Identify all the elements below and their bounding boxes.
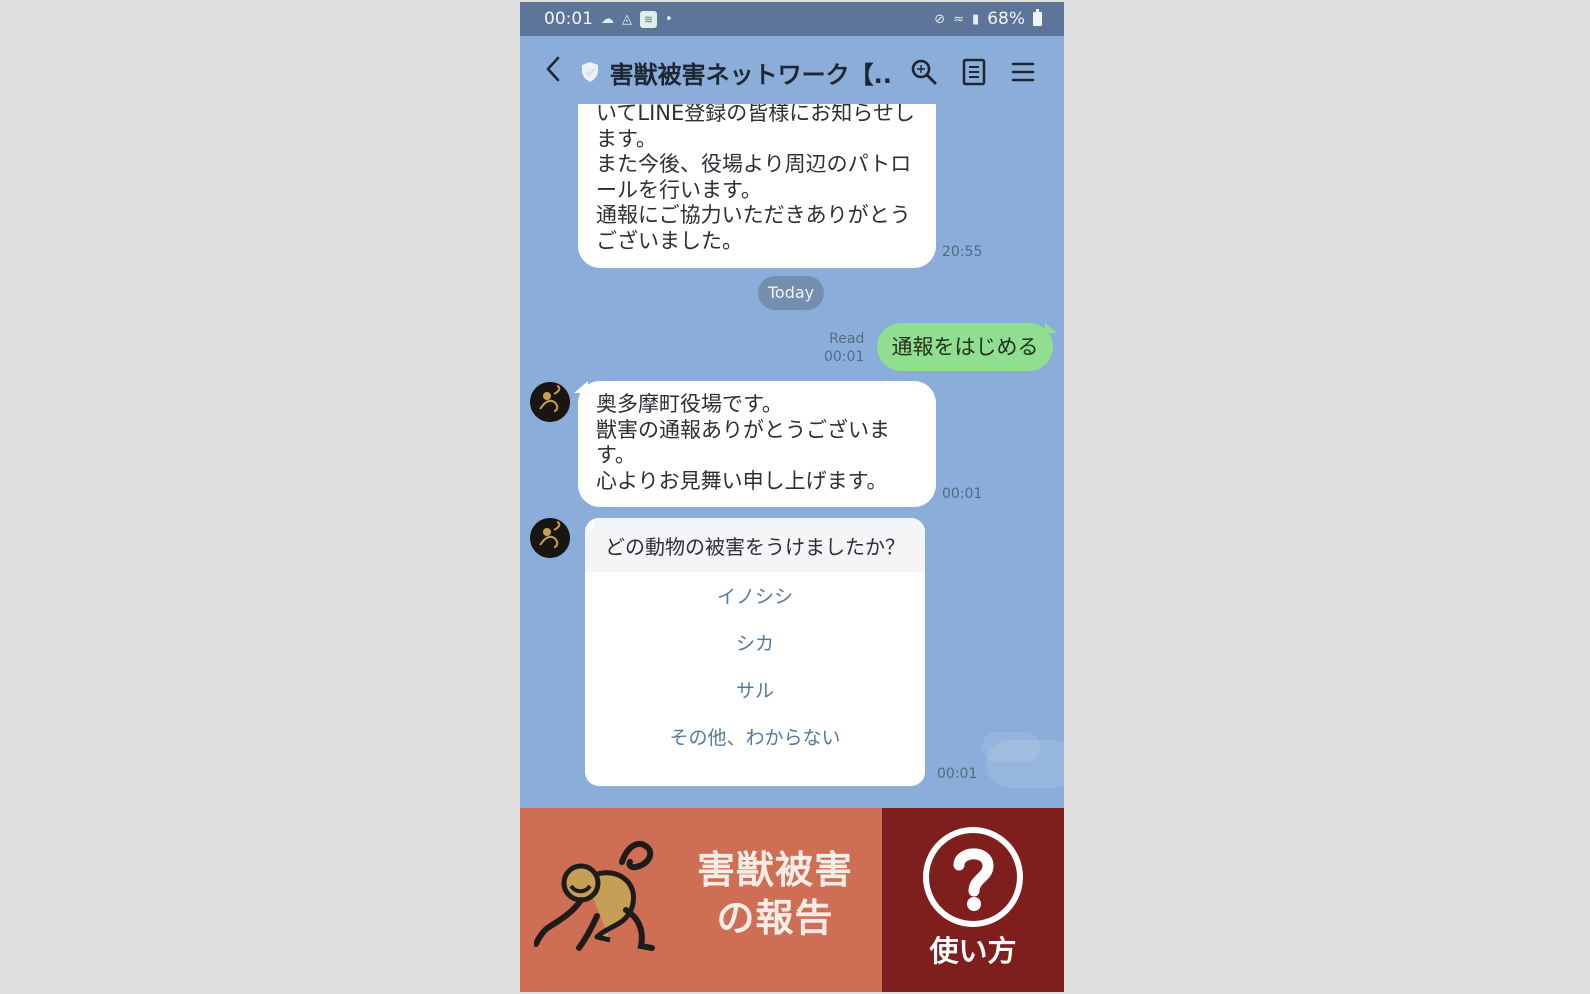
report-label-line2: の報告 [716, 896, 834, 940]
status-time: 00:01 [544, 9, 593, 29]
sent-time: 00:01 [824, 349, 865, 365]
help-button[interactable]: 使い方 [882, 808, 1064, 992]
option-other[interactable]: その他、わからない [585, 713, 925, 760]
question-title: どの動物の被害をうけましたか？ [585, 518, 925, 572]
rich-menu: 害獣被害 の報告 使い方 [520, 808, 1064, 992]
incoming-message-bubble: 奥多摩町役場です。 獣害の通報ありがとうございます。 心よりお見舞い申し上げます… [574, 381, 936, 507]
read-receipt: Read 00:01 [824, 330, 864, 366]
option-saru[interactable]: サル [585, 666, 925, 713]
help-label: 使い方 [929, 934, 1017, 968]
account-avatar[interactable] [530, 518, 570, 558]
shield-icon [578, 60, 602, 84]
status-left: 00:01 ☁ ◬ ≋ • [544, 9, 673, 29]
back-icon[interactable] [542, 55, 568, 89]
message-time: 00:01 [942, 486, 983, 502]
mute-icon: ⊘ [934, 11, 946, 27]
app-icon: ≋ [640, 10, 657, 28]
report-damage-label: 害獣被害 の報告 [680, 846, 870, 942]
account-avatar[interactable] [530, 382, 570, 422]
status-right: ⊘ ≈ ▮ 68% [934, 9, 1042, 29]
option-shika[interactable]: シカ [585, 619, 925, 666]
line-chat-screen: 00:01 ☁ ◬ ≋ • ⊘ ≈ ▮ 68% 害獣被害ネットワーク【... い… [520, 2, 1064, 992]
notes-icon[interactable] [949, 47, 999, 97]
battery-percent: 68% [987, 9, 1025, 29]
outgoing-message-bubble: 通報をはじめる [877, 323, 1057, 371]
dot-icon: • [665, 11, 673, 27]
background-cloud [982, 732, 1040, 762]
report-label-line1: 害獣被害 [696, 848, 853, 892]
date-separator: Today [758, 276, 824, 310]
battery-icon [1033, 9, 1042, 26]
alert-icon: ◬ [622, 11, 632, 27]
option-inoshishi[interactable]: イノシシ [585, 572, 925, 619]
chat-title: 害獣被害ネットワーク【... [609, 60, 892, 89]
network-icon: ≈ [953, 11, 965, 27]
signal-icon: ▮ [972, 11, 980, 27]
quick-reply-card: どの動物の被害をうけましたか？ イノシシ シカ サル その他、わからない [585, 518, 925, 786]
message-time: 20:55 [942, 244, 983, 260]
search-icon[interactable] [899, 47, 949, 97]
incoming-message-bubble: いてLINE登録の皆様にお知らせします。 また今後、役場より周辺のパトロールを行… [578, 104, 936, 268]
monkey-icon [534, 840, 655, 951]
message-time: 00:01 [937, 766, 978, 782]
menu-icon[interactable] [998, 47, 1048, 97]
chat-header: 害獣被害ネットワーク【... [520, 36, 1064, 108]
read-label: Read [829, 331, 865, 347]
status-bar: 00:01 ☁ ◬ ≋ • ⊘ ≈ ▮ 68% [520, 2, 1064, 36]
chat-area[interactable]: いてLINE登録の皆様にお知らせします。 また今後、役場より周辺のパトロールを行… [520, 104, 1064, 810]
question-icon [923, 827, 1023, 927]
cloud-icon: ☁ [601, 11, 614, 27]
report-damage-button[interactable]: 害獣被害 の報告 [520, 808, 882, 992]
